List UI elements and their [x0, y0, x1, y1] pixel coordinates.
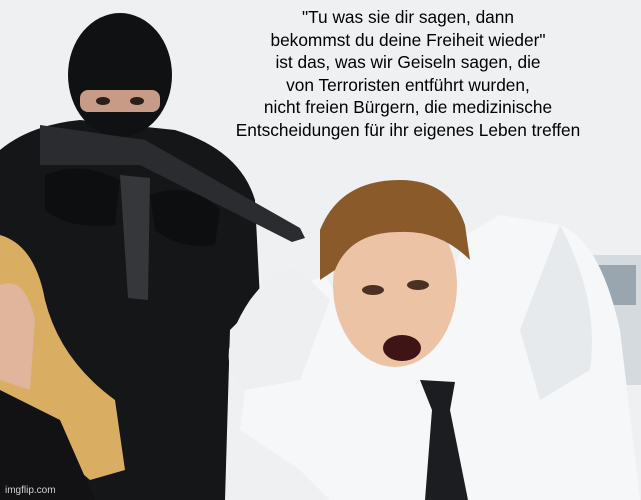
right-eye-man [407, 280, 429, 290]
left-eye-man [362, 285, 384, 295]
imgflip-watermark: imgflip.com [5, 485, 56, 496]
right-eye [130, 97, 144, 105]
left-eye [96, 97, 110, 105]
open-mouth [383, 335, 421, 361]
meme-caption: "Tu was sie dir sagen, dann bekommst du … [235, 7, 581, 140]
balaclava-mask [68, 13, 172, 137]
meme-image: "Tu was sie dir sagen, dann bekommst du … [0, 0, 641, 500]
eye-opening [80, 90, 160, 112]
